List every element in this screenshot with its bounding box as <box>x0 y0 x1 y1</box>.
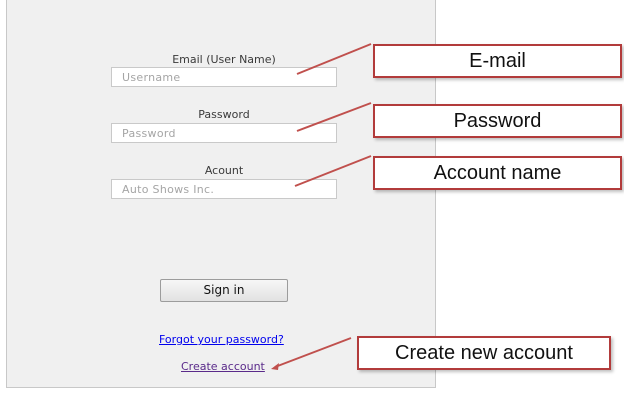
email-callout: E-mail <box>373 44 622 78</box>
email-field[interactable] <box>111 67 337 87</box>
create-account-callout: Create new account <box>357 336 611 370</box>
annotated-screenshot: Email (User Name) Password Acount Sign i… <box>0 0 624 394</box>
password-callout: Password <box>373 104 622 138</box>
password-label: Password <box>198 108 250 121</box>
create-account-link[interactable]: Create account <box>181 360 265 373</box>
login-panel: Email (User Name) Password Acount <box>6 0 436 388</box>
account-callout: Account name <box>373 156 622 190</box>
forgot-password-link[interactable]: Forgot your password? <box>159 333 284 346</box>
sign-in-button[interactable]: Sign in <box>160 279 288 302</box>
email-label: Email (User Name) <box>172 53 276 66</box>
account-field[interactable] <box>111 179 337 199</box>
account-label: Acount <box>204 164 244 177</box>
password-field[interactable] <box>111 123 337 143</box>
